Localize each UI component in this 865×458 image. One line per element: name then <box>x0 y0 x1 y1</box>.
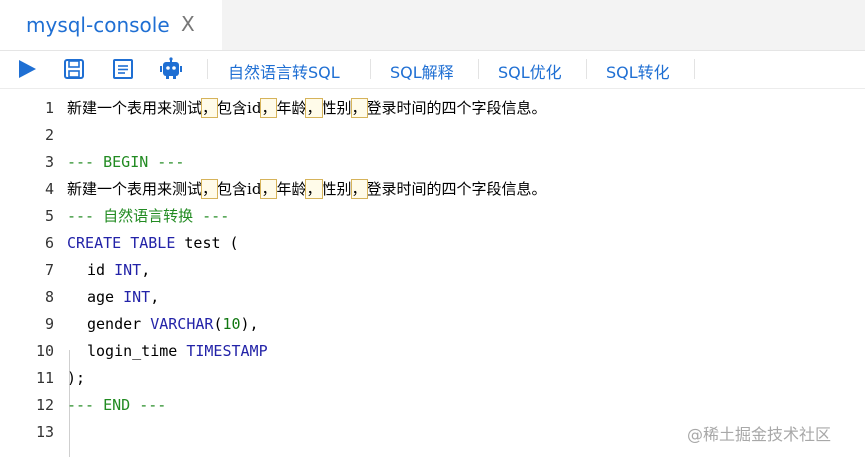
code-line: 5 --- 自然语言转换 --- <box>0 203 865 230</box>
toolbar-divider <box>586 59 587 79</box>
format-icon[interactable] <box>111 57 135 81</box>
line-number: 7 <box>44 261 54 279</box>
toolbar-divider <box>207 59 208 79</box>
code-line: 7 id INT, <box>0 257 865 284</box>
line-number: 9 <box>44 315 54 333</box>
code-editor[interactable]: 1 新建一个表用来测试，包含id，年龄，性别，登录时间的四个字段信息。 2 3 … <box>0 94 865 458</box>
code-text: gender VARCHAR(10), <box>87 315 259 333</box>
line-number: 11 <box>35 369 54 387</box>
code-text: CREATE TABLE test ( <box>67 234 239 252</box>
code-line: 4 新建一个表用来测试，包含id，年龄，性别，登录时间的四个字段信息。 <box>0 176 865 203</box>
line-number: 10 <box>35 342 54 360</box>
nl2sql-button[interactable]: 自然语言转SQL <box>228 59 340 83</box>
code-text: --- BEGIN --- <box>67 153 185 171</box>
tab-title[interactable]: mysql-console <box>26 13 170 37</box>
toolbar-divider <box>370 59 371 79</box>
watermark: @稀土掘金技术社区 <box>687 425 832 444</box>
robot-icon[interactable] <box>159 57 183 81</box>
code-text: ); <box>67 369 86 387</box>
code-text: --- END --- <box>67 396 167 414</box>
line-number: 3 <box>44 153 54 171</box>
code-text: age INT, <box>87 288 160 306</box>
line-number: 1 <box>44 99 54 117</box>
code-text: --- 自然语言转换 --- <box>67 207 230 225</box>
toolbar-divider <box>478 59 479 79</box>
line-number: 5 <box>44 207 54 225</box>
sql-explain-button[interactable]: SQL解释 <box>390 59 454 83</box>
line-number: 4 <box>44 180 54 198</box>
save-icon[interactable] <box>62 57 86 81</box>
tab-bar: mysql-console X <box>0 0 865 51</box>
code-text: 新建一个表用来测试，包含id，年龄，性别，登录时间的四个字段信息。 <box>67 179 547 199</box>
toolbar: 自然语言转SQL SQL解释 SQL优化 SQL转化 <box>0 51 865 89</box>
code-line: 6 CREATE TABLE test ( <box>0 230 865 257</box>
code-line: 9 gender VARCHAR(10), <box>0 311 865 338</box>
code-line: 3 --- BEGIN --- <box>0 149 865 176</box>
code-line: 11 ); <box>0 365 865 392</box>
line-number: 12 <box>35 396 54 414</box>
code-line: 10 login_time TIMESTAMP <box>0 338 865 365</box>
code-text: id INT, <box>87 261 151 279</box>
tab-mysql-console[interactable]: mysql-console X <box>0 0 222 50</box>
toolbar-divider <box>694 59 695 79</box>
line-number: 2 <box>44 126 54 144</box>
run-icon[interactable] <box>15 57 39 81</box>
code-text: 新建一个表用来测试，包含id，年龄，性别，登录时间的四个字段信息。 <box>67 98 547 118</box>
code-line: 2 <box>0 122 865 149</box>
line-number: 13 <box>35 423 54 441</box>
code-line: 12 --- END --- <box>0 392 865 419</box>
sql-convert-button[interactable]: SQL转化 <box>606 59 670 83</box>
code-text: login_time TIMESTAMP <box>87 342 268 360</box>
tab-close-button[interactable]: X <box>181 12 195 36</box>
sql-optimize-button[interactable]: SQL优化 <box>498 59 562 83</box>
code-line: 1 新建一个表用来测试，包含id，年龄，性别，登录时间的四个字段信息。 <box>0 95 865 122</box>
code-line: 8 age INT, <box>0 284 865 311</box>
line-number: 6 <box>44 234 54 252</box>
line-number: 8 <box>44 288 54 306</box>
